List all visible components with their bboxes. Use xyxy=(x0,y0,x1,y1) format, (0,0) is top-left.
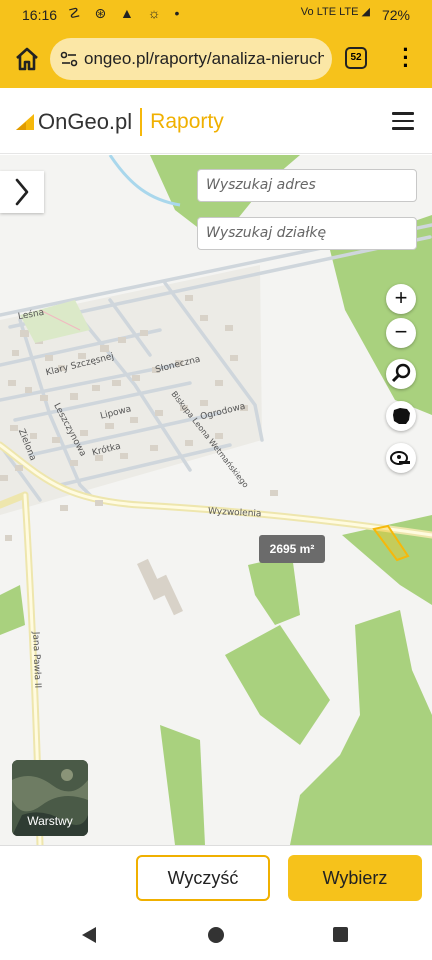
logo-divider xyxy=(140,108,143,136)
zoom-in-button[interactable]: + xyxy=(386,284,416,314)
action-bar: Wyczyść Wybierz xyxy=(0,845,432,910)
system-nav-bar xyxy=(0,910,432,960)
brand-name: OnGeo.pl xyxy=(38,109,133,134)
poland-map-icon xyxy=(393,408,410,424)
status-time: 16:16 xyxy=(22,7,58,23)
hamburger-menu-icon[interactable] xyxy=(392,112,414,130)
parcel-search-input[interactable]: Wyszukaj działkę xyxy=(197,217,417,250)
magnifier-icon xyxy=(391,363,411,383)
battery-level: 72% xyxy=(381,7,410,23)
recent-apps-icon[interactable] xyxy=(333,927,348,942)
status-bar: 16:16 ☡ ⊛ ▲ ☼ • Vo LTE LTE ◢ 72% xyxy=(0,0,432,30)
browser-toolbar: ongeo.pl/raporty/analiza-nieruch 52 · · · xyxy=(0,30,432,88)
clear-button[interactable]: Wyczyść xyxy=(136,855,270,901)
map-canvas[interactable]: Leśna Klary Szczęsnej Słoneczna Leszczyn… xyxy=(0,155,432,845)
select-button[interactable]: Wybierz xyxy=(288,855,422,901)
site-settings-icon[interactable] xyxy=(60,50,78,68)
tab-switcher-button[interactable]: 52 xyxy=(345,47,367,69)
layers-button[interactable]: Warstwy xyxy=(12,760,88,836)
measure-button[interactable] xyxy=(386,443,416,473)
browser-menu-icon[interactable]: · · · xyxy=(398,39,414,77)
address-bar[interactable]: ongeo.pl/raporty/analiza-nieruch xyxy=(50,38,332,80)
home-circle-icon[interactable] xyxy=(208,927,224,943)
street-label-jana-pawla: Jana Pawła II xyxy=(30,631,43,689)
side-panel-toggle[interactable] xyxy=(0,171,44,213)
chevron-right-icon xyxy=(15,178,29,206)
url-text: ongeo.pl/raporty/analiza-nieruch xyxy=(84,49,324,68)
region-button[interactable] xyxy=(386,401,416,431)
logo-mark-icon xyxy=(16,114,34,130)
layers-label: Warstwy xyxy=(27,814,73,828)
section-name: Raporty xyxy=(150,110,224,133)
home-icon[interactable] xyxy=(12,44,42,74)
logo[interactable]: OnGeo.pl Raporty xyxy=(14,108,224,136)
tape-measure-icon xyxy=(390,451,410,465)
site-header: OnGeo.pl Raporty xyxy=(0,88,432,154)
network-icons: Vo LTE LTE ◢ xyxy=(300,6,370,18)
back-icon[interactable] xyxy=(82,927,96,943)
area-badge: 2695 m² xyxy=(259,535,325,563)
zoom-out-button[interactable]: − xyxy=(386,318,416,348)
address-search-input[interactable]: Wyszukaj adres xyxy=(197,169,417,202)
notification-icons: ☡ ⊛ ▲ ☼ • xyxy=(68,5,185,21)
map-graphics xyxy=(0,155,432,845)
search-map-button[interactable] xyxy=(386,359,416,389)
